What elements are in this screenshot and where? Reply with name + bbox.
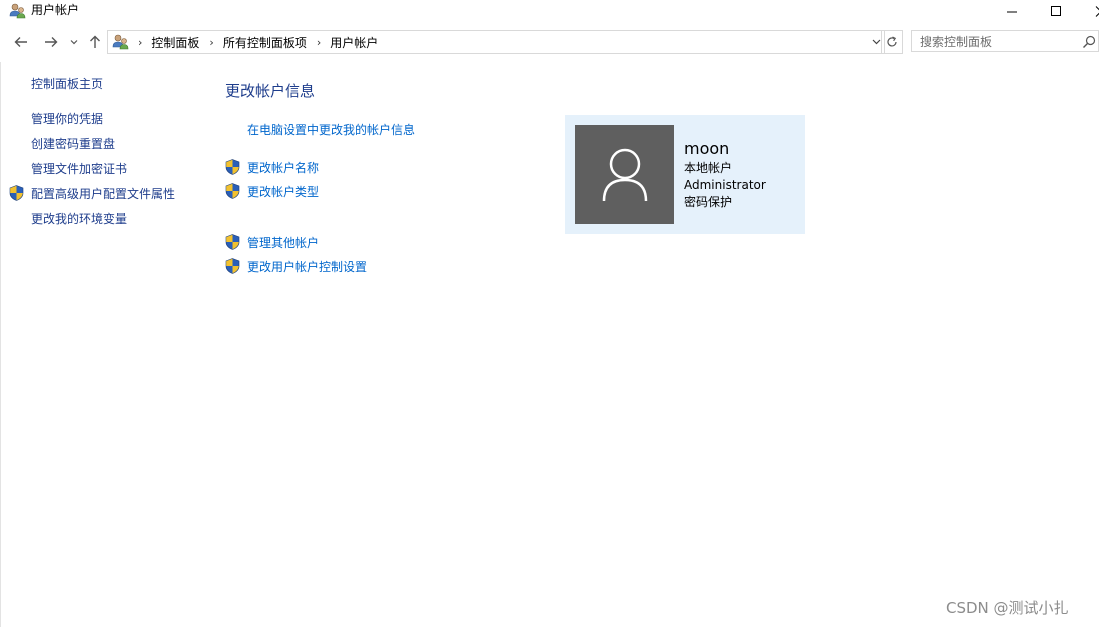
sidebar-item-file-encryption-certs[interactable]: 管理文件加密证书 [31,161,127,177]
breadcrumb-control-panel[interactable]: 控制面板 [151,34,199,51]
sidebar-item-manage-credentials[interactable]: 管理你的凭据 [31,111,103,127]
close-button[interactable] [1080,0,1099,22]
arrow-left-icon [14,37,27,47]
account-type: 本地帐户 [684,161,733,175]
back-button[interactable] [10,29,32,55]
user-accounts-icon [9,3,26,19]
change-account-name-link[interactable]: 更改帐户名称 [247,160,319,176]
manage-other-accounts-link[interactable]: 管理其他帐户 [247,235,319,251]
account-card: moon 本地帐户 Administrator 密码保护 [565,115,805,234]
minimize-icon [1006,11,1017,12]
search-icon[interactable] [1082,35,1096,49]
user-accounts-icon [112,34,129,50]
close-icon [1095,5,1099,17]
pc-settings-account-link[interactable]: 在电脑设置中更改我的帐户信息 [247,122,415,138]
arrow-up-icon [90,35,100,48]
uac-shield-icon [225,183,240,199]
recent-locations-button[interactable] [67,29,81,55]
user-accounts-window: 用户帐户 › 控制面板 › 所有控制面板项 › 用户帐户 搜索控制面板 控制面板… [0,0,1099,627]
maximize-button[interactable] [1036,0,1076,22]
uac-shield-icon [225,234,240,250]
forward-button[interactable] [40,29,62,55]
avatar [575,125,674,224]
up-button[interactable] [86,29,104,55]
uac-shield-icon [225,159,240,175]
sidebar-item-control-panel-home[interactable]: 控制面板主页 [31,76,103,92]
account-password-status: 密码保护 [684,195,733,209]
breadcrumb-all-items[interactable]: 所有控制面板项 [223,34,307,51]
address-bar[interactable]: › 控制面板 › 所有控制面板项 › 用户帐户 [107,30,885,54]
search-box[interactable] [911,30,1099,52]
uac-shield-icon [9,185,24,201]
breadcrumb-user-accounts[interactable]: 用户帐户 [330,34,378,51]
title-bar: 用户帐户 [0,0,1099,22]
chevron-down-icon [70,40,78,45]
user-avatar-icon [602,148,647,201]
refresh-button[interactable] [881,30,903,54]
maximize-icon [1050,5,1061,16]
account-name: moon [684,139,730,158]
change-uac-settings-link[interactable]: 更改用户帐户控制设置 [247,259,367,275]
sidebar-item-create-reset-disk[interactable]: 创建密码重置盘 [31,136,115,152]
uac-shield-icon [225,258,240,274]
chevron-right-icon[interactable]: › [209,36,213,49]
window-border [0,62,1,627]
arrow-right-icon [45,37,58,47]
chevron-right-icon[interactable]: › [138,36,142,49]
chevron-right-icon[interactable]: › [317,36,321,49]
change-account-type-link[interactable]: 更改帐户类型 [247,184,319,200]
chevron-down-icon [872,39,880,45]
search-input[interactable] [920,34,1080,49]
window-title: 用户帐户 [31,3,80,17]
watermark: CSDN @测试小扎 [946,599,1069,617]
page-title: 更改帐户信息 [225,82,316,100]
sidebar-item-environment-variables[interactable]: 更改我的环境变量 [31,211,127,227]
refresh-icon [887,36,897,47]
minimize-button[interactable] [992,0,1032,22]
account-group: Administrator [684,178,766,192]
breadcrumb: › 控制面板 › 所有控制面板项 › 用户帐户 [134,31,378,53]
sidebar-item-advanced-profile-properties[interactable]: 配置高级用户配置文件属性 [31,186,175,202]
navigation-bar: › 控制面板 › 所有控制面板项 › 用户帐户 [0,29,1099,55]
